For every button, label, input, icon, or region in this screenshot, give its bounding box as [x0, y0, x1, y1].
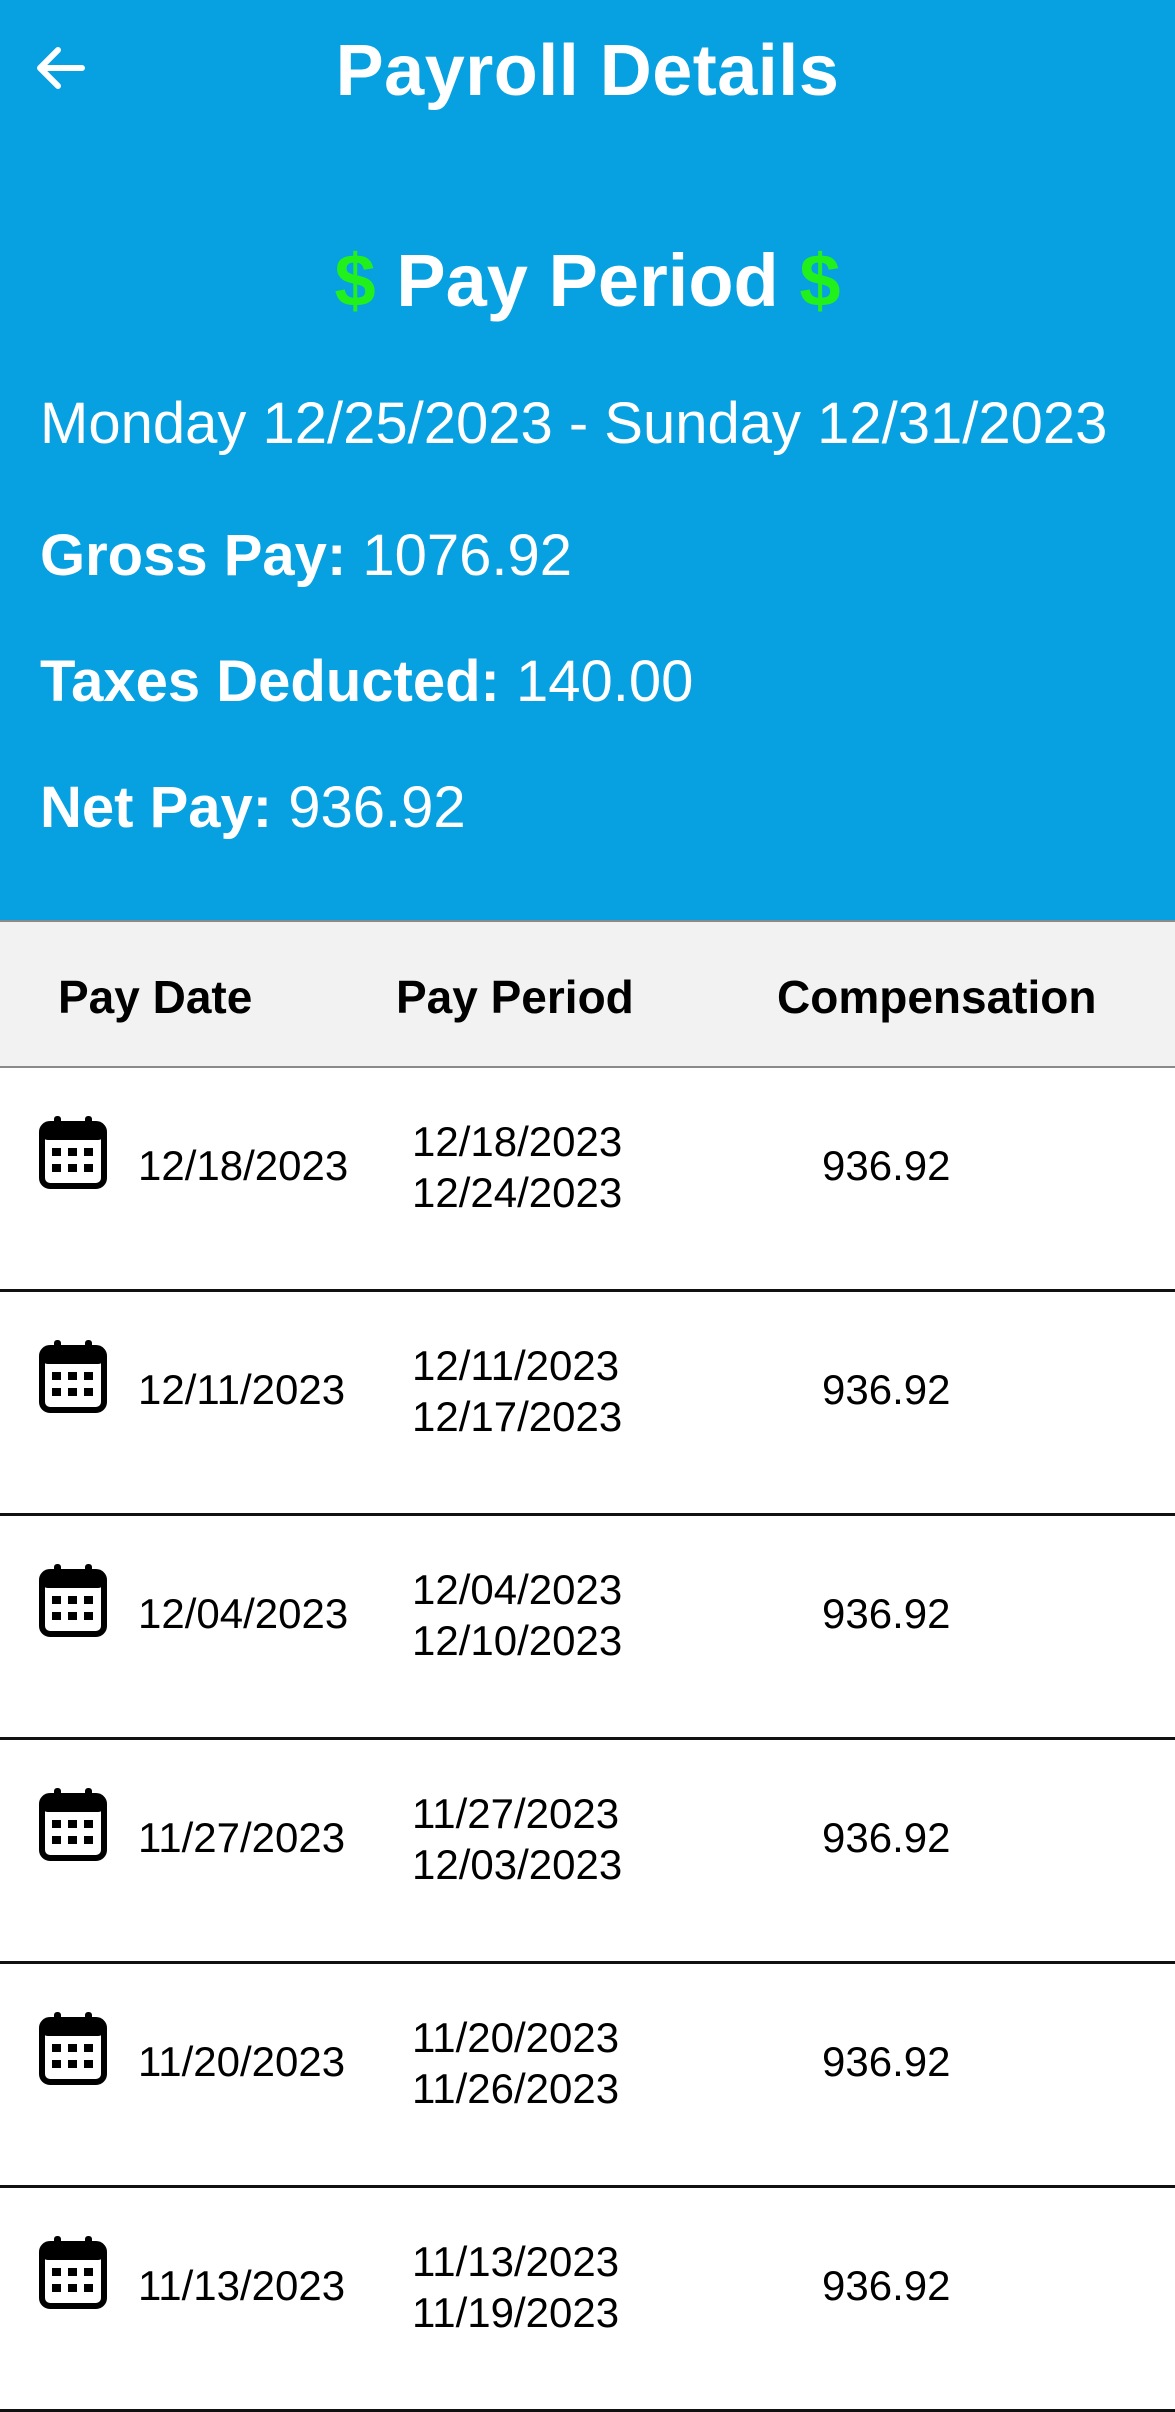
table-row[interactable]: 11/20/2023 11/20/2023 11/26/2023 936.92: [0, 1964, 1175, 2188]
compensation: 936.92: [822, 1366, 951, 1413]
pay-period-range: 11/27/2023 12/03/2023: [412, 1788, 622, 1890]
page-title: Payroll Details: [335, 31, 840, 111]
pay-date: 12/11/2023: [138, 1366, 346, 1413]
pay-date: 12/18/2023: [138, 1142, 349, 1189]
gross-pay-label: Gross Pay:: [40, 523, 347, 588]
pay-period-range: 12/11/2023 12/17/2023: [412, 1340, 622, 1442]
calendar-icon: [39, 2012, 107, 2085]
payroll-history-list: 12/18/2023 12/18/2023 12/24/2023 936.92 …: [0, 1068, 1175, 2412]
column-header-pay-date: Pay Date: [58, 971, 253, 1023]
period-end: 11/26/2023: [412, 2065, 620, 2112]
period-end: 12/24/2023: [412, 1169, 623, 1216]
pay-period-heading-label: Pay Period: [396, 239, 779, 322]
period-start: 11/27/2023: [412, 1790, 620, 1837]
period-end: 12/17/2023: [412, 1393, 623, 1440]
dollar-icon: $: [799, 239, 841, 322]
compensation: 936.92: [822, 2262, 951, 2309]
column-header-pay-period: Pay Period: [396, 971, 634, 1023]
table-row[interactable]: 12/04/2023 12/04/2023 12/10/2023 936.92: [0, 1516, 1175, 1740]
period-end: 12/10/2023: [412, 1617, 623, 1664]
table-row[interactable]: 12/18/2023 12/18/2023 12/24/2023 936.92: [0, 1068, 1175, 1292]
pay-period-range: 11/20/2023 11/26/2023: [412, 2012, 619, 2114]
pay-date: 12/04/2023: [138, 1590, 349, 1637]
compensation: 936.92: [822, 1814, 951, 1861]
pay-period-range: 11/13/2023 11/19/2023: [412, 2236, 619, 2338]
payroll-summary-header: Payroll Details $ Pay Period $ Monday 12…: [0, 0, 1175, 920]
pay-period-range: 12/18/2023 12/24/2023: [412, 1116, 622, 1218]
calendar-icon: [39, 1788, 107, 1861]
taxes-deducted-value: 140.00: [515, 649, 694, 714]
pay-period-heading: $ Pay Period $: [0, 238, 1175, 323]
compensation: 936.92: [822, 2038, 951, 2085]
period-start: 11/20/2023: [412, 2014, 620, 2061]
pay-date: 11/13/2023: [138, 2262, 346, 2309]
taxes-deducted-label: Taxes Deducted:: [40, 649, 500, 714]
compensation: 936.92: [822, 1590, 951, 1637]
calendar-icon: [39, 1116, 107, 1189]
gross-pay-value: 1076.92: [362, 523, 573, 588]
pay-period-date-range: Monday 12/25/2023 - Sunday 12/31/2023: [40, 391, 1108, 456]
pay-date: 11/20/2023: [138, 2038, 346, 2085]
compensation: 936.92: [822, 1142, 951, 1189]
calendar-icon: [39, 1564, 107, 1637]
period-start: 12/18/2023: [412, 1118, 623, 1165]
gross-pay: Gross Pay: 1076.92: [40, 522, 572, 589]
period-end: 12/03/2023: [412, 1841, 623, 1888]
net-pay-value: 936.92: [288, 775, 466, 840]
period-start: 11/13/2023: [412, 2238, 620, 2285]
table-row[interactable]: 11/13/2023 11/13/2023 11/19/2023 936.92: [0, 2188, 1175, 2412]
dollar-icon: $: [334, 239, 376, 322]
table-row[interactable]: 12/11/2023 12/11/2023 12/17/2023 936.92: [0, 1292, 1175, 1516]
pay-date: 11/27/2023: [138, 1814, 346, 1861]
pay-period-range: 12/04/2023 12/10/2023: [412, 1564, 622, 1666]
taxes-deducted: Taxes Deducted: 140.00: [40, 648, 693, 715]
calendar-icon: [39, 2236, 107, 2309]
period-start: 12/04/2023: [412, 1566, 623, 1613]
period-end: 11/19/2023: [412, 2289, 620, 2336]
calendar-icon: [39, 1340, 107, 1413]
net-pay-label: Net Pay:: [40, 775, 273, 840]
period-start: 12/11/2023: [412, 1342, 620, 1389]
table-header: Pay Date Pay Period Compensation: [0, 920, 1175, 1068]
column-header-compensation: Compensation: [777, 971, 1097, 1023]
net-pay: Net Pay: 936.92: [40, 774, 466, 841]
table-row[interactable]: 11/27/2023 11/27/2023 12/03/2023 936.92: [0, 1740, 1175, 1964]
